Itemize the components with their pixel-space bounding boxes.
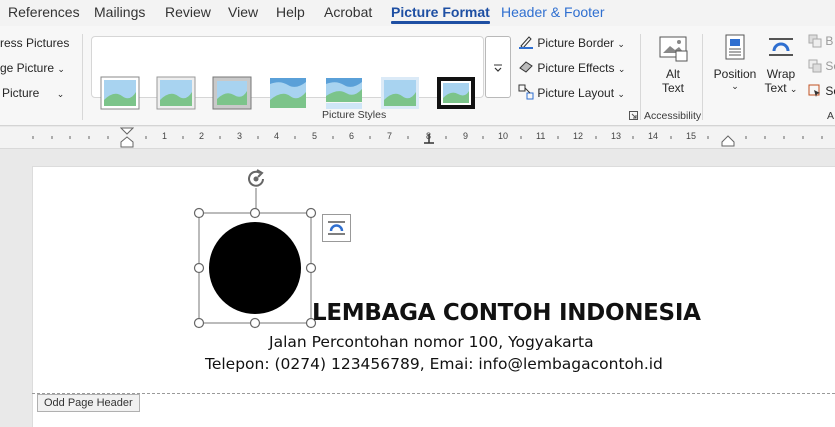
style-thumbnail-beveled[interactable] (156, 76, 196, 110)
reset-picture-button[interactable]: Picture ⌄ (2, 86, 64, 100)
layout-options-icon[interactable] (322, 214, 351, 242)
rotate-handle-icon[interactable] (243, 166, 271, 192)
chevron-down-icon: ⌄ (56, 89, 65, 99)
bring-forward-button[interactable]: B (808, 34, 833, 48)
ruler-number: 3 (237, 131, 243, 141)
pen-border-icon (519, 36, 533, 49)
address-line[interactable]: Jalan Percontohan nomor 100, Yogyakarta (269, 333, 594, 351)
tab-view[interactable]: View (228, 0, 258, 26)
right-indent-marker[interactable] (721, 133, 735, 147)
change-picture-button[interactable]: ge Picture ⌄ (0, 61, 65, 75)
tab-references[interactable]: References (8, 0, 80, 26)
alt-text-label-2: Text (661, 81, 684, 95)
style-thumbnail-thick-black[interactable] (436, 76, 476, 110)
bring-forward-icon (808, 34, 822, 48)
selection-pane-label: Se (825, 84, 835, 98)
wrap-text-label-1: Wrap (766, 67, 796, 81)
picture-layout-label: Picture Layout (537, 86, 615, 100)
chevron-down-icon: ⌄ (617, 89, 625, 99)
picture-effects-button[interactable]: Picture Effects ⌄ (518, 59, 625, 75)
arrange-group-label: A (827, 110, 835, 122)
horizontal-ruler[interactable]: 1 2 3 4 5 6 7 8 9 10 11 12 13 14 15 (0, 127, 835, 149)
style-thumbnail-glow[interactable] (380, 76, 420, 110)
gallery-more-button[interactable] (485, 36, 511, 98)
odd-page-header-tag: Odd Page Header (37, 394, 140, 412)
group-separator (702, 34, 703, 120)
ribbon-tab-bar: References Mailings Review View Help Acr… (0, 0, 835, 26)
picture-layout-button[interactable]: Picture Layout ⌄ (518, 84, 625, 100)
ruler-number: 8 (426, 131, 432, 141)
ruler-number: 7 (387, 131, 393, 141)
tab-review[interactable]: Review (165, 0, 211, 26)
ruler-number: 1 (162, 131, 168, 141)
tab-acrobat[interactable]: Acrobat (324, 0, 372, 26)
dialog-launcher-icon[interactable] (629, 111, 638, 120)
document-page[interactable] (32, 166, 835, 427)
compress-pictures-label: ress Pictures (0, 36, 70, 50)
ruler-number: 9 (463, 131, 469, 141)
ribbon: ress Pictures ge Picture ⌄ Picture ⌄ Pic… (0, 26, 835, 126)
chevron-down-icon: ⌄ (617, 64, 626, 74)
compress-pictures-button[interactable]: ress Pictures (0, 36, 69, 50)
picture-border-button[interactable]: Picture Border ⌄ (518, 34, 625, 50)
contact-line[interactable]: Telepon: (0274) 123456789, Emai: info@le… (205, 355, 663, 373)
wrap-text-label-2: Text ⌄ (764, 81, 798, 95)
alt-text-label-1: Alt (665, 67, 680, 81)
group-separator (82, 34, 83, 120)
ruler-number: 5 (312, 131, 318, 141)
style-thumbnail-metal-frame[interactable] (212, 76, 252, 110)
more-dropdown-icon (494, 64, 502, 72)
ruler-number: 12 (573, 131, 584, 141)
wrap-text-button[interactable]: Wrap Text ⌄ (763, 34, 799, 95)
reset-picture-label: Picture (2, 86, 40, 100)
effects-icon (519, 61, 533, 73)
logo-circle[interactable] (209, 222, 301, 314)
ruler-number: 6 (349, 131, 355, 141)
first-line-indent-marker[interactable] (120, 127, 134, 149)
chevron-down-icon: ⌄ (57, 64, 65, 74)
ruler-number: 10 (498, 131, 509, 141)
style-thumbnail-soft-edge[interactable] (268, 76, 308, 110)
style-thumbnail-simple-frame[interactable] (100, 76, 140, 110)
alt-text-button[interactable]: Alt Text (653, 34, 693, 95)
selection-pane-icon (808, 84, 820, 97)
alt-text-icon (659, 36, 688, 62)
picture-effects-label: Picture Effects (537, 61, 615, 75)
style-thumbnail-reflected[interactable] (324, 76, 364, 110)
ruler-number: 14 (648, 131, 659, 141)
tab-header-footer[interactable]: Header & Footer (501, 0, 605, 26)
layout-icon (518, 84, 534, 100)
chevron-down-icon: ⌄ (617, 39, 625, 49)
ruler-number: 13 (611, 131, 622, 141)
position-icon (725, 34, 745, 60)
tab-mailings[interactable]: Mailings (94, 0, 145, 26)
header-boundary-line (32, 393, 835, 394)
tab-help[interactable]: Help (276, 0, 305, 26)
position-button[interactable]: Position ⌄ (713, 34, 757, 92)
ruler-number: 15 (686, 131, 697, 141)
send-backward-button[interactable]: Se (808, 59, 835, 73)
send-backward-label: Se (825, 59, 835, 73)
chevron-down-icon: ⌄ (731, 81, 739, 91)
group-separator (640, 34, 641, 120)
ruler-number: 2 (199, 131, 205, 141)
bring-forward-label: B (825, 34, 834, 48)
selection-pane-button[interactable]: Se (808, 84, 835, 98)
wrap-text-icon (769, 38, 793, 56)
picture-styles-group-label: Picture Styles (322, 109, 387, 121)
accessibility-group-label: Accessibility (644, 110, 702, 122)
tab-picture-format[interactable]: Picture Format (391, 0, 490, 26)
ruler-number: 11 (536, 131, 546, 141)
organization-name[interactable]: LEMBAGA CONTOH INDONESIA (312, 300, 701, 326)
send-backward-icon (808, 59, 822, 73)
position-label: Position (713, 67, 757, 81)
picture-border-label: Picture Border (537, 36, 615, 50)
ruler-number: 4 (274, 131, 280, 141)
change-picture-label: ge Picture (0, 61, 55, 75)
